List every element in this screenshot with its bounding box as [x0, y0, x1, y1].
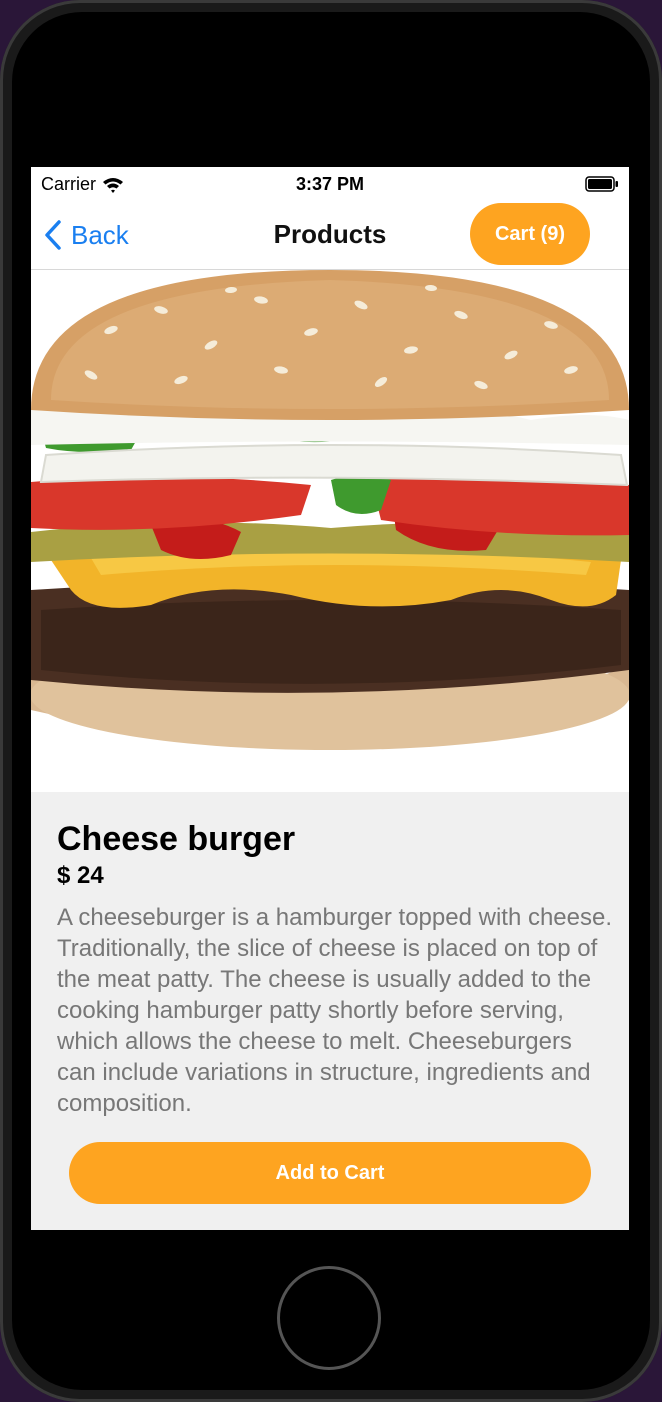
product-image — [31, 270, 629, 792]
product-description: A cheeseburger is a hamburger topped wit… — [57, 904, 613, 1117]
status-time: 3:37 PM — [295, 174, 365, 194]
product-details: Cheese burger $ 24 A cheeseburger is a h… — [31, 792, 629, 1230]
product-name: Cheese burger — [57, 820, 296, 858]
add-to-cart-button[interactable]: Add to Cart — [69, 1142, 591, 1204]
navigation-bar: Back Products Cart (9) — [31, 201, 629, 270]
app-screen: Carrier 3:37 PM Back Products Cart (9) C… — [31, 167, 629, 1230]
battery-icon — [585, 176, 618, 192]
product-price: $ 24 — [57, 862, 104, 889]
home-button[interactable] — [277, 1266, 381, 1370]
cart-button[interactable]: Cart (9) — [470, 203, 590, 265]
device-frame: Carrier 3:37 PM Back Products Cart (9) C… — [0, 0, 662, 1402]
status-bar: Carrier 3:37 PM — [31, 167, 629, 201]
